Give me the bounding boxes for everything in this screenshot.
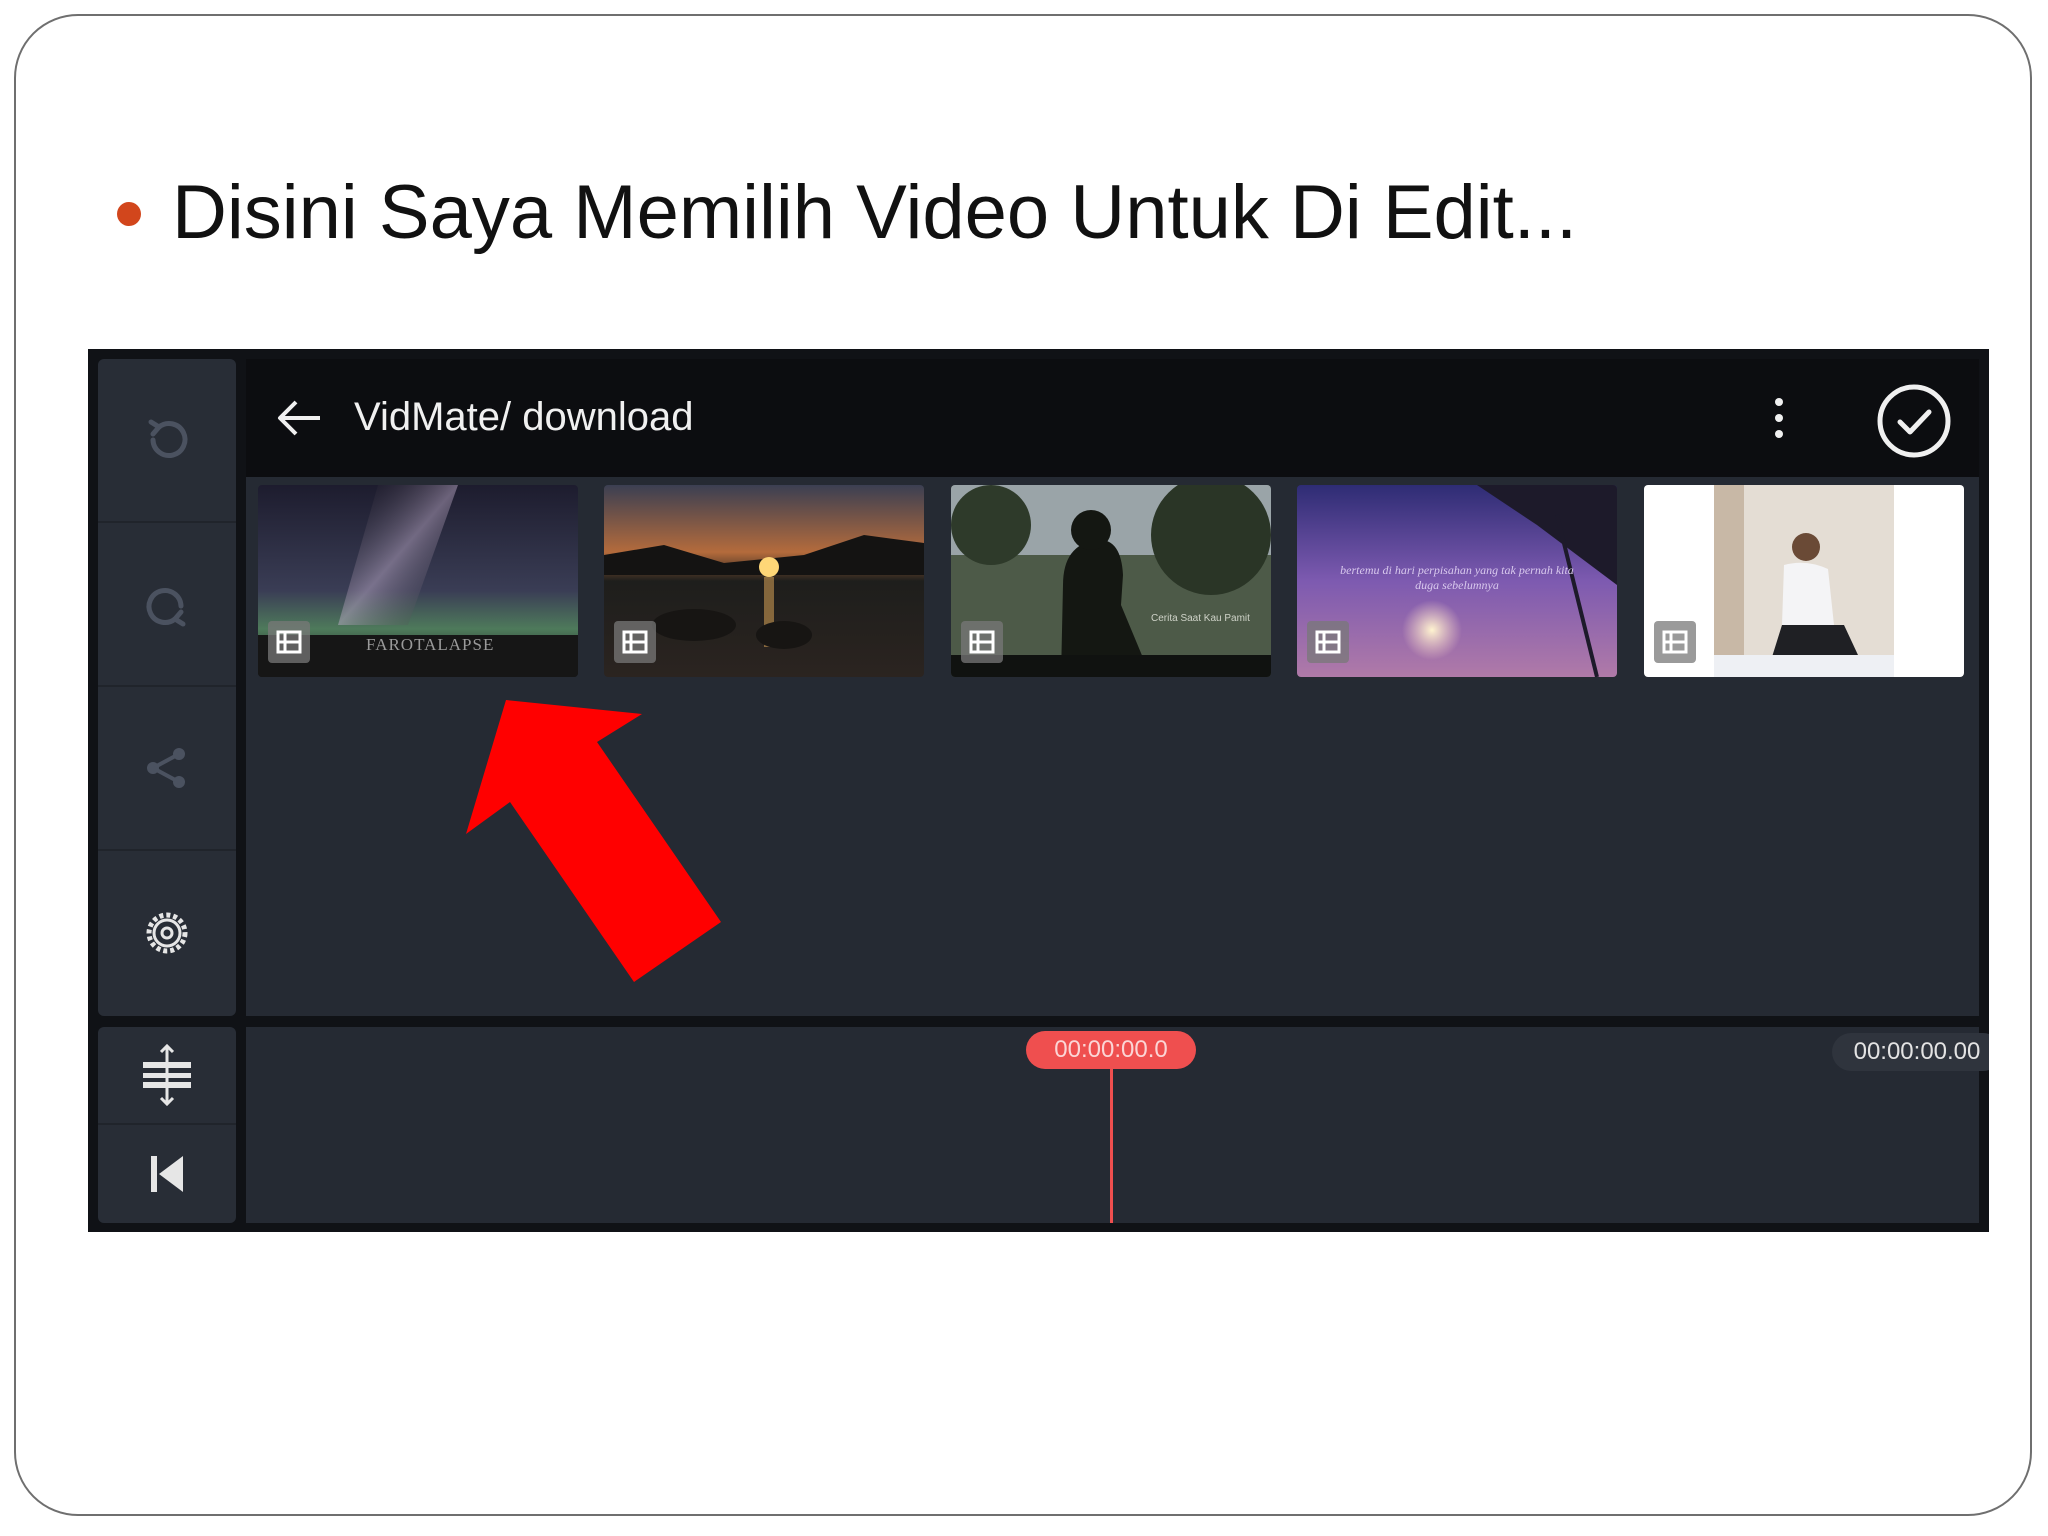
red-arrow-annotation	[466, 700, 721, 982]
more-options-button[interactable]	[1764, 393, 1794, 443]
video-thumbnail-man-sitting[interactable]	[1644, 485, 1964, 677]
slide-title: Disini Saya Memilih Video Untuk Di Edit.…	[172, 170, 1578, 255]
film-badge	[961, 621, 1003, 663]
video-thumbnail-purple-sky[interactable]: bertemu di hari perpisahan yang tak pern…	[1297, 485, 1617, 677]
back-button[interactable]	[274, 393, 324, 443]
film-icon	[969, 630, 995, 654]
film-badge	[268, 621, 310, 663]
split-button[interactable]	[98, 1027, 236, 1125]
film-icon	[1315, 630, 1341, 654]
share-icon	[147, 748, 185, 788]
thumbnail-caption: bertemu di hari perpisahan yang tak pern…	[1340, 563, 1574, 592]
share-button[interactable]	[98, 687, 236, 851]
thumbnail-caption: Cerita Saat Kau Pamit	[1151, 613, 1250, 624]
redo-button[interactable]	[98, 523, 236, 687]
video-thumbnail-silhouette-forest[interactable]: Cerita Saat Kau Pamit	[951, 485, 1271, 677]
split-track-icon	[143, 1044, 191, 1106]
bullet-dot	[117, 202, 141, 226]
more-vertical-icon	[1775, 398, 1783, 438]
redo-icon	[146, 588, 186, 627]
total-duration: 00:00:00.00	[1832, 1033, 1989, 1071]
undo-button[interactable]	[98, 359, 236, 523]
undo-icon	[148, 419, 188, 458]
film-icon	[276, 630, 302, 654]
timeline[interactable]: 00:00:00.0 00:00:00.00	[246, 1027, 1989, 1223]
timeline-tools	[98, 1027, 236, 1223]
film-badge	[1654, 621, 1696, 663]
check-circle-icon	[1877, 384, 1951, 458]
film-badge	[614, 621, 656, 663]
app-screenshot: VidMate/ download FAROTALAPSE Cerita Saa…	[88, 349, 1989, 1232]
skip-to-start-icon	[151, 1156, 183, 1192]
thumbnail-caption: FAROTALAPSE	[366, 635, 495, 654]
settings-button[interactable]	[98, 851, 236, 1015]
confirm-button[interactable]	[1876, 383, 1952, 459]
side-panel	[98, 359, 236, 1016]
gear-icon	[146, 912, 188, 954]
film-badge	[1307, 621, 1349, 663]
top-bar: VidMate/ download	[246, 359, 1979, 477]
arrow-left-icon	[278, 400, 320, 436]
video-thumbnail-sunset-lake[interactable]	[604, 485, 924, 677]
video-thumbnail-milky-way[interactable]: FAROTALAPSE	[258, 485, 578, 677]
jump-to-start-button[interactable]	[98, 1125, 236, 1223]
film-icon	[1662, 630, 1688, 654]
film-icon	[622, 630, 648, 654]
playhead-line[interactable]	[1110, 1057, 1113, 1223]
playhead-time: 00:00:00.0	[1026, 1031, 1196, 1069]
folder-path: VidMate/ download	[354, 395, 694, 439]
